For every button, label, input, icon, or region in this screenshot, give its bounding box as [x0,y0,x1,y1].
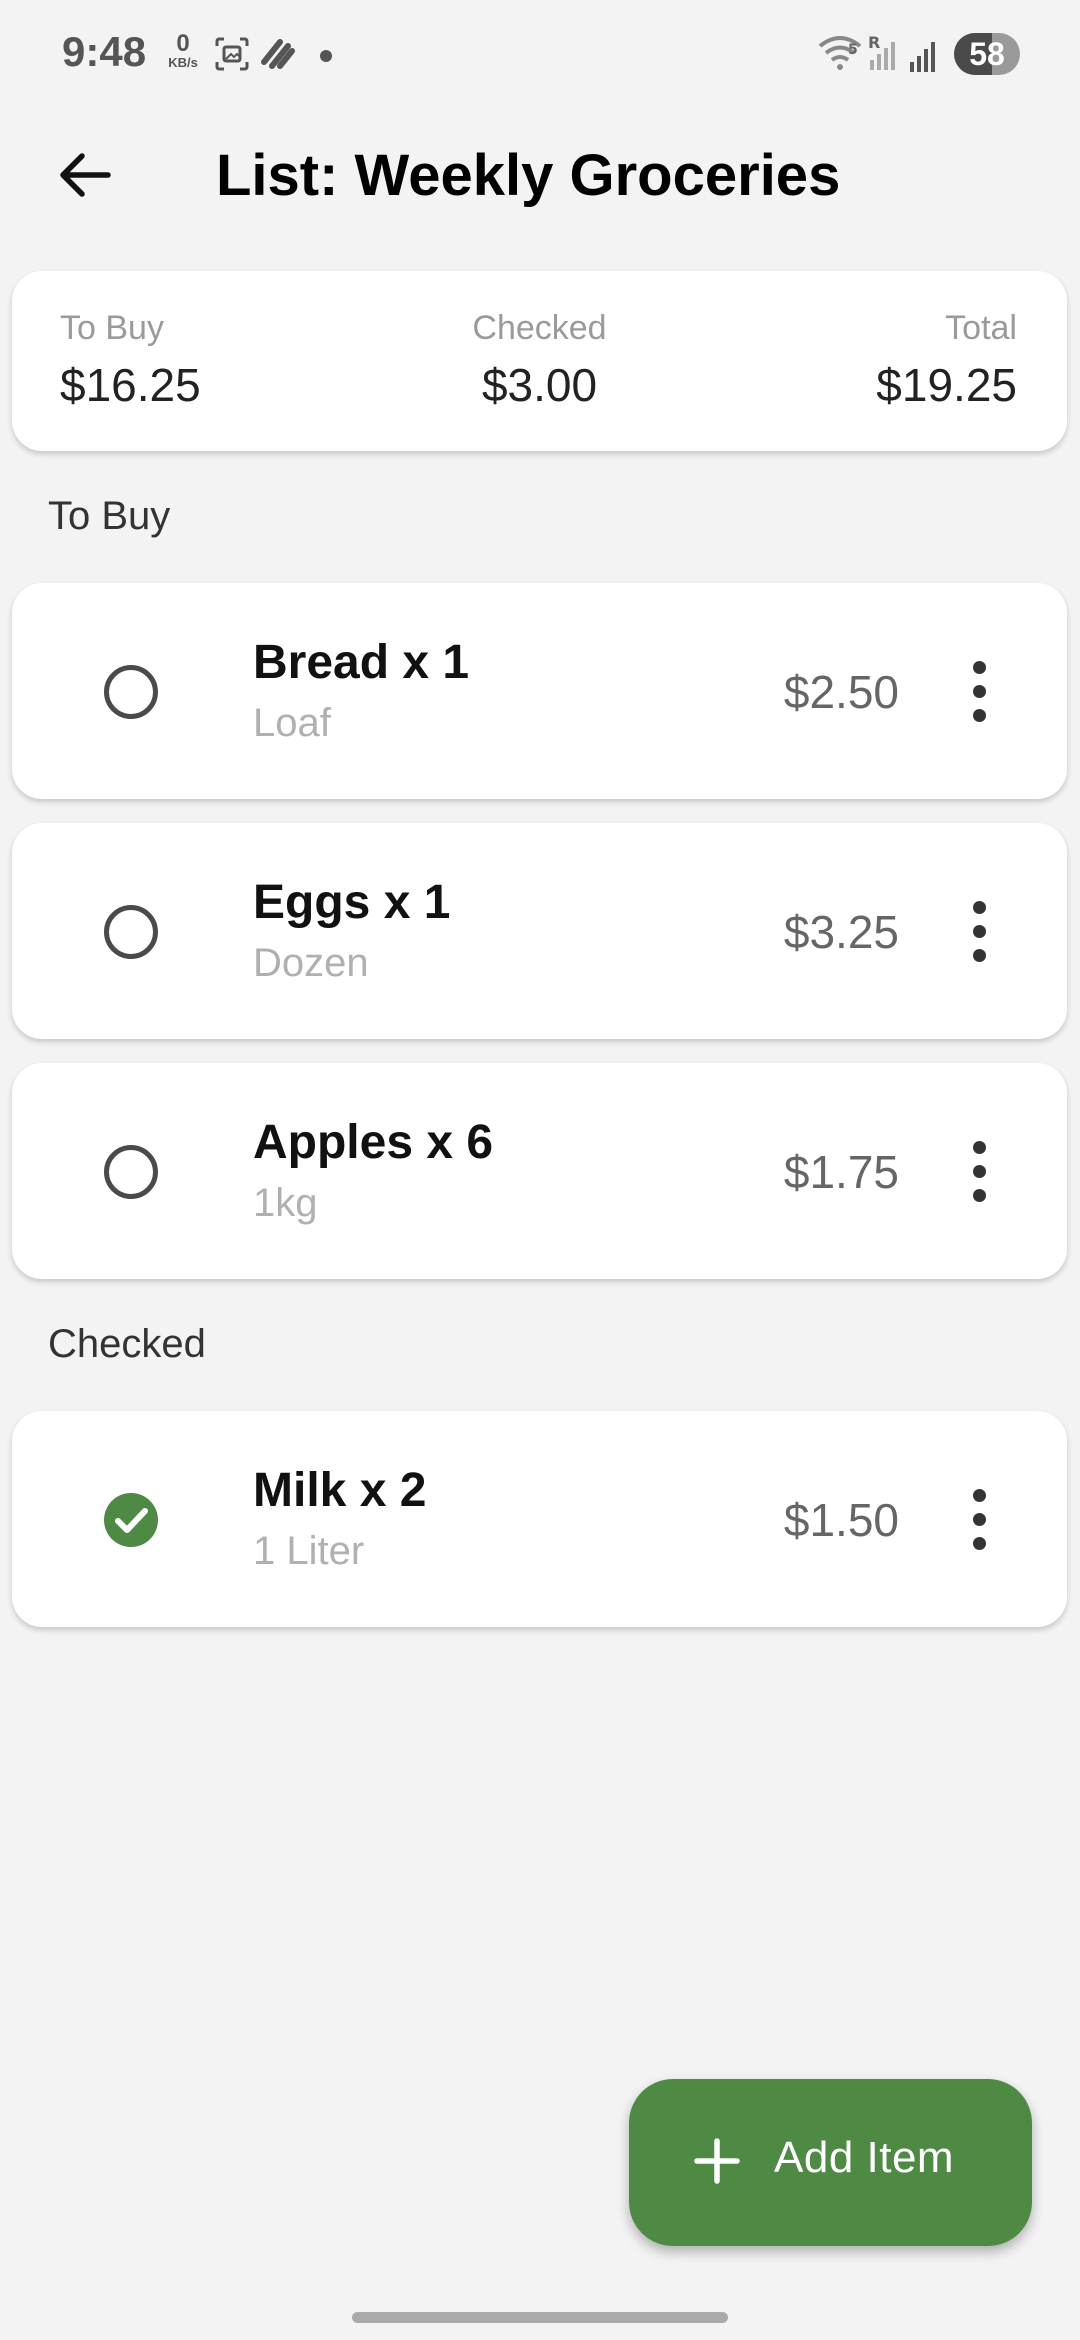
svg-text:5: 5 [848,42,858,58]
app-notification-icon [258,36,298,77]
section-heading-to-buy: To Buy [48,494,171,538]
summary-total-label: Total [945,309,1017,347]
notification-dot-icon [320,50,332,62]
arrow-left-icon [60,153,111,197]
network-speed: 0 KB/s [160,30,206,70]
item-name: Milk x 2 [253,1464,427,1517]
unchecked-circle-icon[interactable] [104,905,158,959]
item-name: Bread x 1 [253,636,470,689]
list-item[interactable]: Milk x 2 1 Liter $1.50 [12,1411,1067,1627]
more-vert-icon[interactable] [965,1489,995,1550]
more-vert-icon[interactable] [965,1141,995,1202]
section-heading-checked: Checked [48,1322,206,1366]
back-button[interactable] [50,140,120,210]
wifi-icon: 5 [818,34,864,79]
network-speed-unit: KB/s [168,55,198,70]
battery-level: 58 [969,36,1005,72]
unchecked-circle-icon[interactable] [104,1145,158,1199]
svg-text:R: R [868,34,880,52]
more-vert-icon[interactable] [965,661,995,722]
add-item-button[interactable]: Add Item [629,2079,1032,2246]
screenshot-icon [214,36,250,77]
summary-total-value: $19.25 [876,359,1017,411]
item-name: Eggs x 1 [253,876,451,929]
item-price: $1.75 [783,1146,899,1198]
unchecked-circle-icon[interactable] [104,665,158,719]
item-price: $1.50 [783,1494,899,1546]
battery-indicator: 58 [954,33,1020,75]
page-title: List: Weekly Groceries [216,143,841,208]
more-vert-icon[interactable] [965,901,995,962]
checked-circle-icon[interactable] [104,1493,158,1547]
list-item[interactable]: Apples x 6 1kg $1.75 [12,1063,1067,1279]
status-time: 9:48 [62,28,147,75]
list-item[interactable]: Bread x 1 Loaf $2.50 [12,583,1067,799]
item-name: Apples x 6 [253,1116,494,1169]
list-item[interactable]: Eggs x 1 Dozen $3.25 [12,823,1067,1039]
signal-icon [908,36,942,79]
item-unit: 1kg [253,1181,318,1225]
item-unit: 1 Liter [253,1529,365,1573]
home-indicator[interactable] [352,2312,728,2323]
network-speed-value: 0 [176,30,190,57]
item-price: $2.50 [783,666,899,718]
status-bar: 9:48 0 KB/s 5 R 58 [0,0,1080,110]
add-item-label: Add Item [774,2133,955,2182]
summary-total: Total $19.25 [876,309,1017,412]
summary-card: To Buy $16.25 Checked $3.00 Total $19.25 [12,271,1067,451]
item-unit: Loaf [253,701,331,745]
item-price: $3.25 [783,906,899,958]
item-unit: Dozen [253,941,369,985]
signal-roaming-icon: R [866,33,900,79]
plus-icon [689,2133,745,2194]
